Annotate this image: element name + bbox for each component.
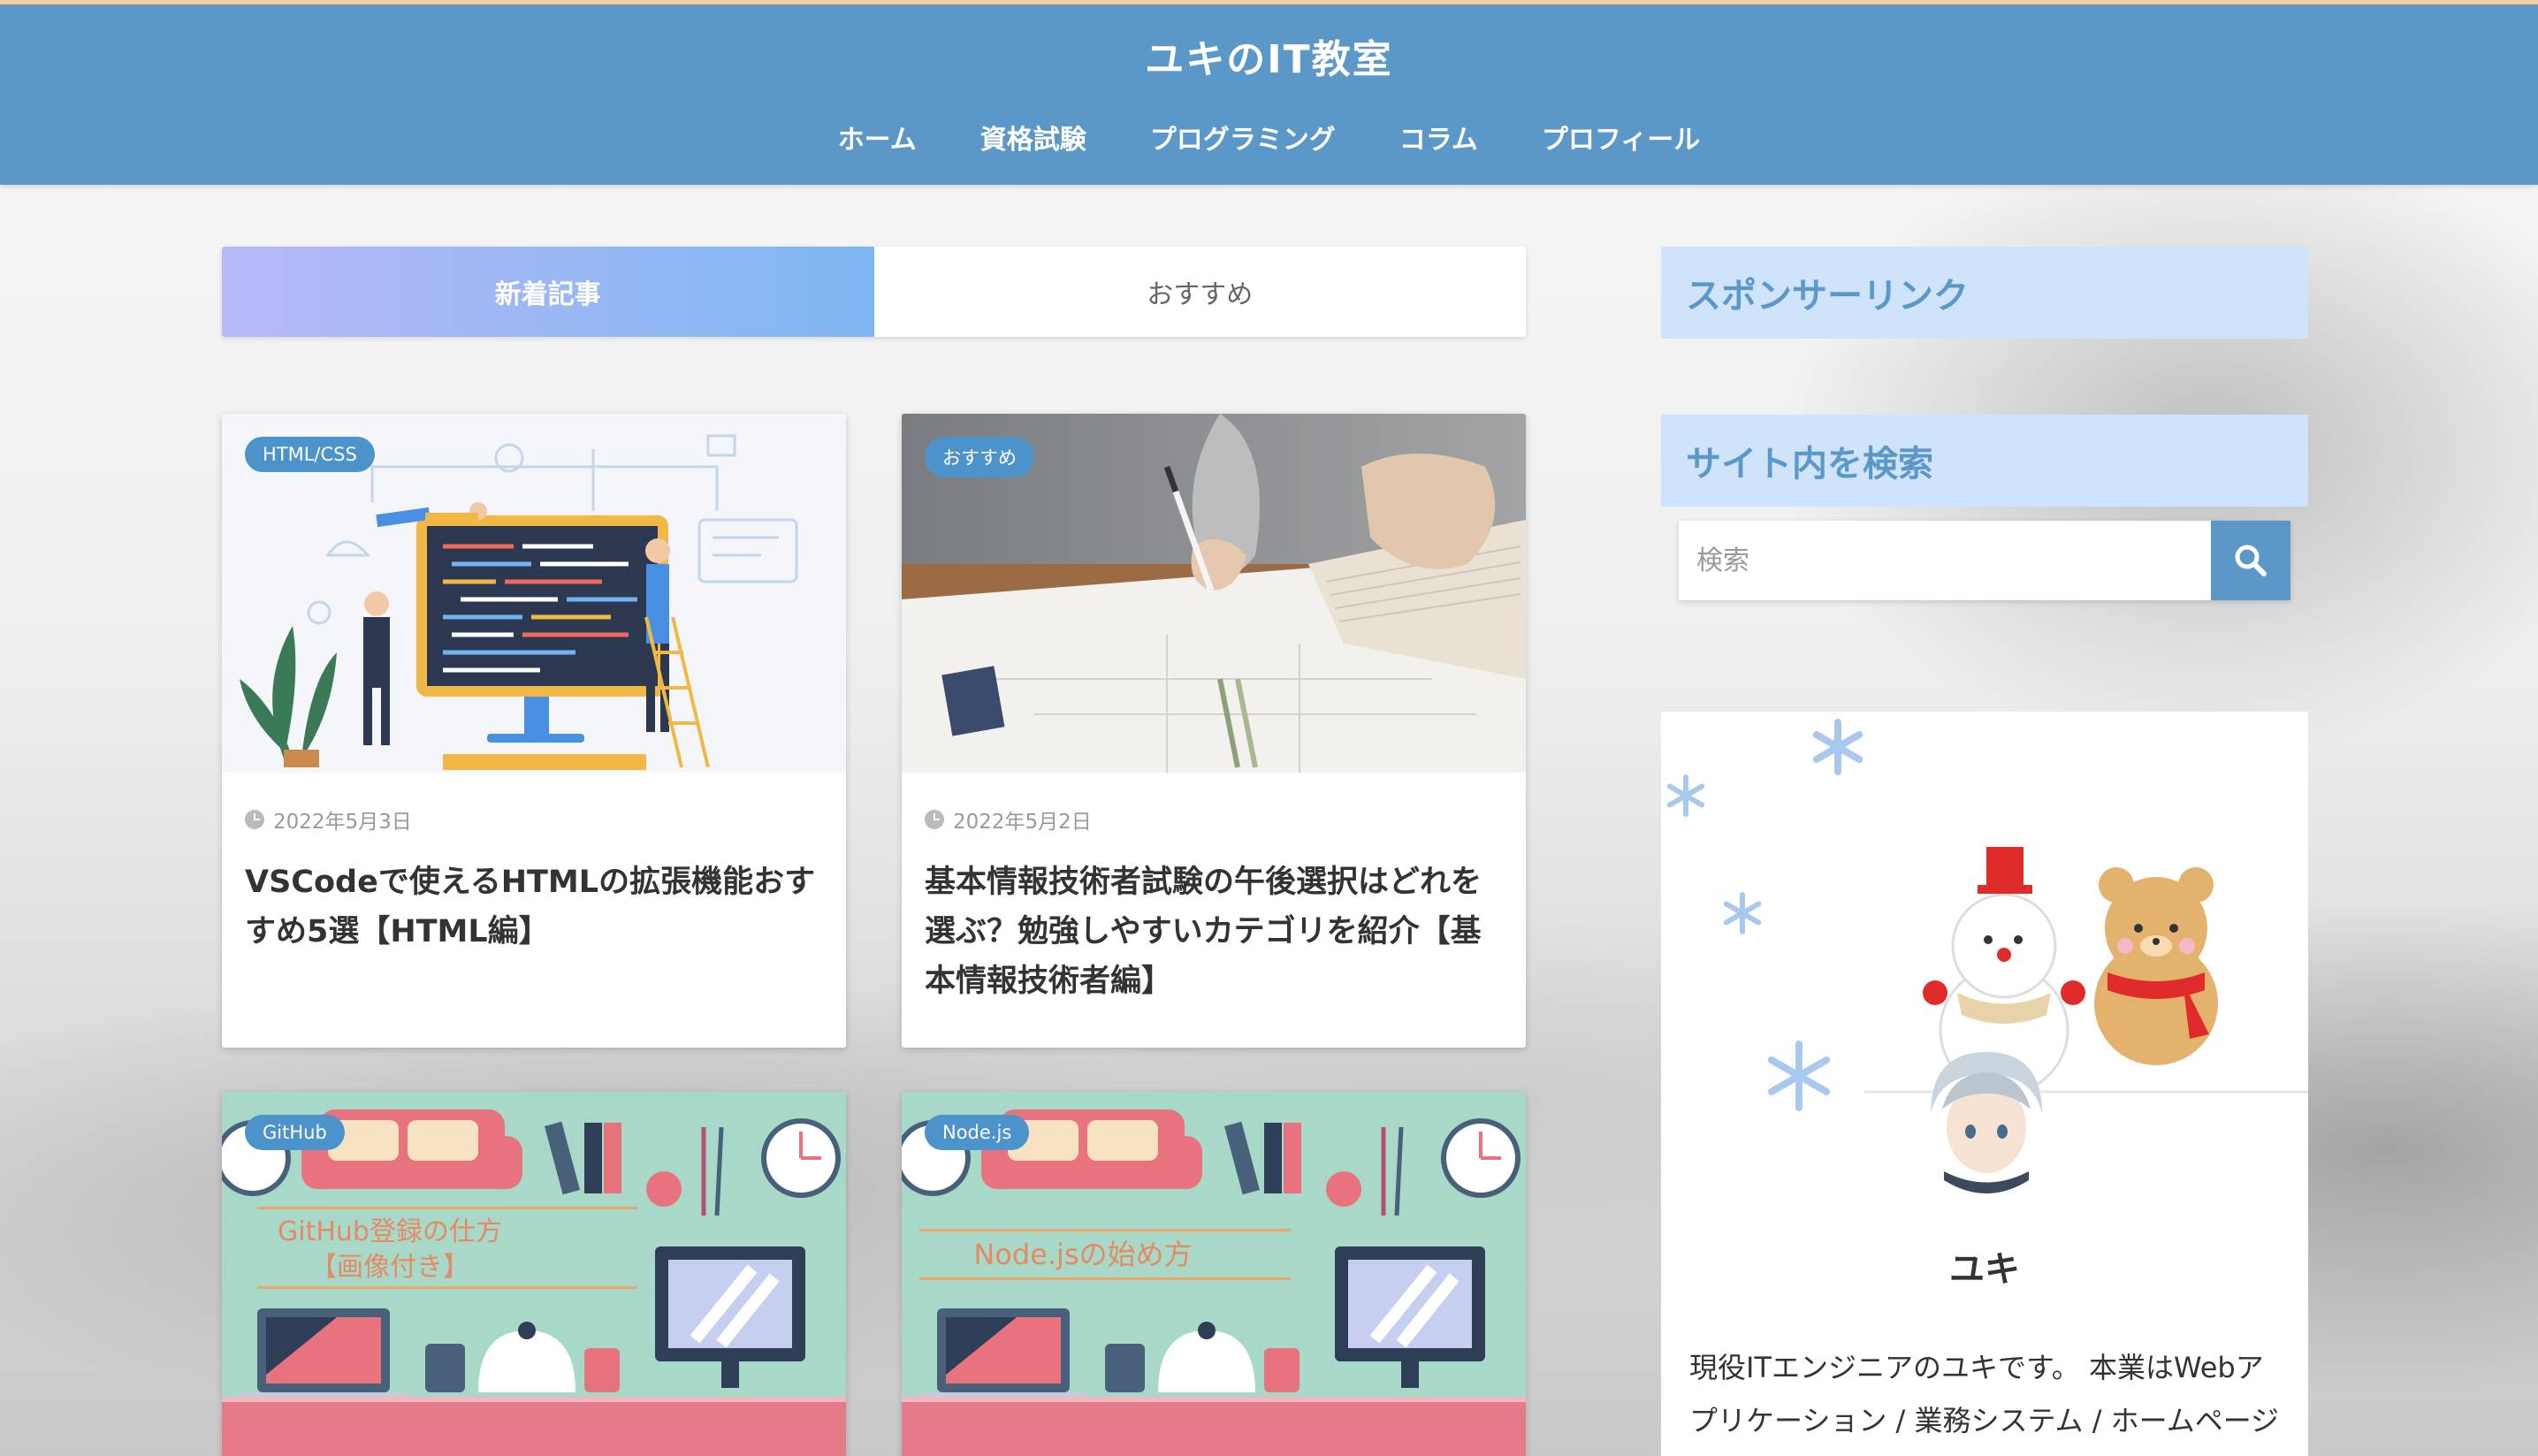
post-date-text: 2022年5月2日 [953,811,1092,834]
sponsor-widget-title: スポンサーリンク [1661,247,2308,339]
post-title[interactable]: VSCodeで使えるHTMLの拡張機能おすすめ5選【HTML編】 [245,858,823,957]
post-thumbnail: HTML/CSS [222,414,846,773]
post-card[interactable]: Node.js Node.jsの始め方 [902,1092,1526,1456]
post-date-text: 2022年5月3日 [273,811,412,834]
post-thumbnail: GitHub GitHub登録の仕方 【画像付き】 [222,1092,846,1456]
avatar [1926,1052,2046,1193]
search-form [1679,521,2290,600]
search-button[interactable] [2211,521,2290,600]
search-widget: サイト内を検索 [1661,415,2308,600]
category-badge[interactable]: おすすめ [925,437,1034,477]
post-card[interactable]: HTML/CSS 2022年5月3日 VSCodeで使えるHTMLの拡張機能おす… [222,414,846,1048]
search-input[interactable] [1679,521,2211,600]
post-thumbnail: Node.js Node.jsの始め方 [902,1092,1526,1456]
post-card-body: 2022年5月3日 VSCodeで使えるHTMLの拡張機能おすすめ5選【HTML… [222,773,846,1006]
thumb-text-line2: 【画像付き】 [310,1252,469,1283]
clock-icon [245,810,264,829]
thumb-text-line1: Node.jsの始め方 [973,1238,1192,1271]
profile-description: 現役ITエンジニアのユキです。 本業はWebアプリケーション / 業務システム … [1689,1351,2280,1437]
post-card-body: 2022年5月2日 基本情報技術者試験の午後選択はどれを選ぶ？勉強しやすいカテゴ… [902,773,1526,1048]
post-tabs: 新着記事 おすすめ [222,247,1526,337]
site-title[interactable]: ユキのIT教室 [0,27,2538,84]
post-date: 2022年5月2日 [925,804,1503,835]
global-nav: ホーム 資格試験 プログラミング コラム プロフィール [0,118,2538,156]
site-header: ユキのIT教室 ホーム 資格試験 プログラミング コラム プロフィール [0,4,2538,185]
snowflake-icon [1666,719,1863,1111]
tab-new-posts[interactable]: 新着記事 [222,247,874,337]
category-badge[interactable]: Node.js [925,1115,1030,1150]
profile-name: ユキ [1949,1249,2020,1290]
nav-item-exams[interactable]: 資格試験 [980,118,1086,156]
post-card[interactable]: GitHub GitHub登録の仕方 【画像付き】 [222,1092,846,1456]
post-title[interactable]: 基本情報技術者試験の午後選択はどれを選ぶ？勉強しやすいカテゴリを紹介【基本情報技… [925,858,1503,1006]
nav-item-home[interactable]: ホーム [838,118,917,156]
thumb-text-line1: GitHub登録の仕方 [278,1216,502,1247]
post-card[interactable]: おすすめ 2022年5月2日 基本情報技術者試験の午後選択はどれを選ぶ？勉強しや… [902,414,1526,1048]
post-thumbnail: おすすめ [902,414,1526,773]
category-badge[interactable]: GitHub [245,1115,345,1150]
nav-item-profile[interactable]: プロフィール [1542,118,1700,156]
winter-character-illustration [1666,719,2308,1193]
tab-recommended[interactable]: おすすめ [873,247,1526,337]
profile-widget: ユキ 現役ITエンジニアのユキです。 本業はWebアプリケーション / 業務シス… [1661,712,2308,1456]
category-badge[interactable]: HTML/CSS [245,437,375,472]
nav-item-column[interactable]: コラム [1399,118,1478,156]
top-accent-line [0,0,2538,4]
nav-item-programming[interactable]: プログラミング [1150,118,1336,156]
main-content: 新着記事 おすすめ HTML/CSS 2022年5月3日 VSCodeで使えるH… [222,247,1526,1456]
search-icon [2235,545,2267,576]
post-date: 2022年5月3日 [245,804,823,835]
search-widget-title: サイト内を検索 [1661,415,2308,507]
sidebar: スポンサーリンク サイト内を検索 検索 ユキ 現役ITエンジニアのユキです。 本… [1661,247,2308,1456]
clock-icon [925,810,944,829]
